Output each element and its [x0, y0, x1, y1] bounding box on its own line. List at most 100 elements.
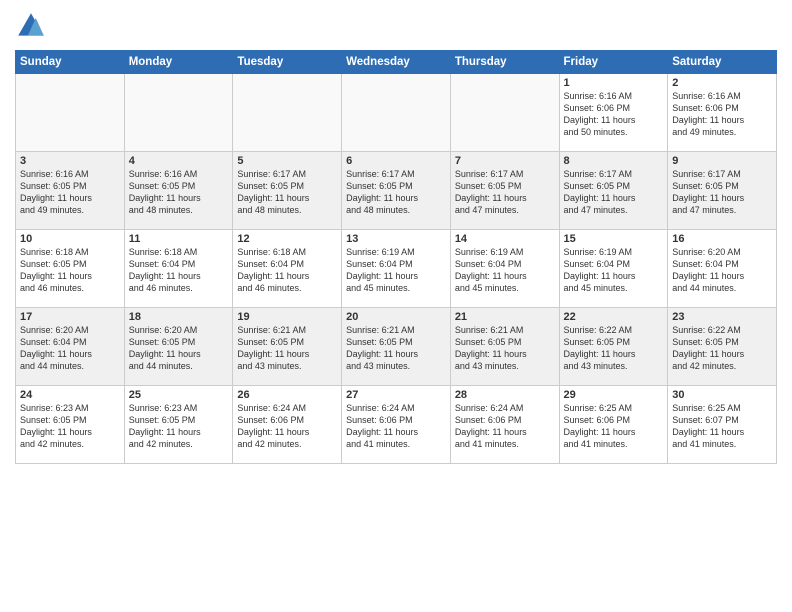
day-number: 20	[346, 311, 446, 323]
calendar-cell	[124, 74, 233, 152]
calendar-cell: 2Sunrise: 6:16 AM Sunset: 6:06 PM Daylig…	[668, 74, 777, 152]
calendar-cell: 10Sunrise: 6:18 AM Sunset: 6:05 PM Dayli…	[16, 230, 125, 308]
day-number: 4	[129, 155, 229, 167]
day-number: 21	[455, 311, 555, 323]
calendar-cell: 3Sunrise: 6:16 AM Sunset: 6:05 PM Daylig…	[16, 152, 125, 230]
calendar-cell: 6Sunrise: 6:17 AM Sunset: 6:05 PM Daylig…	[342, 152, 451, 230]
day-info: Sunrise: 6:17 AM Sunset: 6:05 PM Dayligh…	[672, 168, 772, 217]
col-header-saturday: Saturday	[668, 51, 777, 74]
day-number: 22	[564, 311, 664, 323]
day-number: 14	[455, 233, 555, 245]
day-info: Sunrise: 6:21 AM Sunset: 6:05 PM Dayligh…	[346, 324, 446, 373]
calendar-cell: 15Sunrise: 6:19 AM Sunset: 6:04 PM Dayli…	[559, 230, 668, 308]
day-info: Sunrise: 6:21 AM Sunset: 6:05 PM Dayligh…	[455, 324, 555, 373]
day-number: 11	[129, 233, 229, 245]
calendar-week-3: 10Sunrise: 6:18 AM Sunset: 6:05 PM Dayli…	[16, 230, 777, 308]
day-info: Sunrise: 6:22 AM Sunset: 6:05 PM Dayligh…	[672, 324, 772, 373]
calendar-cell: 20Sunrise: 6:21 AM Sunset: 6:05 PM Dayli…	[342, 308, 451, 386]
calendar-cell: 25Sunrise: 6:23 AM Sunset: 6:05 PM Dayli…	[124, 386, 233, 464]
col-header-tuesday: Tuesday	[233, 51, 342, 74]
calendar-week-2: 3Sunrise: 6:16 AM Sunset: 6:05 PM Daylig…	[16, 152, 777, 230]
day-number: 5	[237, 155, 337, 167]
col-header-wednesday: Wednesday	[342, 51, 451, 74]
day-number: 29	[564, 389, 664, 401]
day-number: 13	[346, 233, 446, 245]
day-number: 18	[129, 311, 229, 323]
day-info: Sunrise: 6:23 AM Sunset: 6:05 PM Dayligh…	[129, 402, 229, 451]
calendar-cell	[16, 74, 125, 152]
day-number: 15	[564, 233, 664, 245]
header	[15, 10, 777, 42]
day-info: Sunrise: 6:20 AM Sunset: 6:05 PM Dayligh…	[129, 324, 229, 373]
day-number: 1	[564, 77, 664, 89]
day-info: Sunrise: 6:16 AM Sunset: 6:05 PM Dayligh…	[20, 168, 120, 217]
calendar-cell: 1Sunrise: 6:16 AM Sunset: 6:06 PM Daylig…	[559, 74, 668, 152]
day-info: Sunrise: 6:16 AM Sunset: 6:06 PM Dayligh…	[672, 90, 772, 139]
logo	[15, 10, 51, 42]
calendar-cell: 5Sunrise: 6:17 AM Sunset: 6:05 PM Daylig…	[233, 152, 342, 230]
col-header-sunday: Sunday	[16, 51, 125, 74]
day-number: 2	[672, 77, 772, 89]
calendar-cell	[342, 74, 451, 152]
col-header-thursday: Thursday	[450, 51, 559, 74]
day-info: Sunrise: 6:17 AM Sunset: 6:05 PM Dayligh…	[346, 168, 446, 217]
day-info: Sunrise: 6:22 AM Sunset: 6:05 PM Dayligh…	[564, 324, 664, 373]
calendar-cell: 17Sunrise: 6:20 AM Sunset: 6:04 PM Dayli…	[16, 308, 125, 386]
day-info: Sunrise: 6:24 AM Sunset: 6:06 PM Dayligh…	[237, 402, 337, 451]
day-info: Sunrise: 6:25 AM Sunset: 6:07 PM Dayligh…	[672, 402, 772, 451]
day-number: 17	[20, 311, 120, 323]
calendar-cell: 18Sunrise: 6:20 AM Sunset: 6:05 PM Dayli…	[124, 308, 233, 386]
day-number: 30	[672, 389, 772, 401]
day-number: 16	[672, 233, 772, 245]
calendar-cell: 27Sunrise: 6:24 AM Sunset: 6:06 PM Dayli…	[342, 386, 451, 464]
day-info: Sunrise: 6:16 AM Sunset: 6:05 PM Dayligh…	[129, 168, 229, 217]
col-header-friday: Friday	[559, 51, 668, 74]
day-info: Sunrise: 6:24 AM Sunset: 6:06 PM Dayligh…	[455, 402, 555, 451]
day-info: Sunrise: 6:18 AM Sunset: 6:04 PM Dayligh…	[129, 246, 229, 295]
calendar-cell: 11Sunrise: 6:18 AM Sunset: 6:04 PM Dayli…	[124, 230, 233, 308]
day-number: 10	[20, 233, 120, 245]
day-info: Sunrise: 6:24 AM Sunset: 6:06 PM Dayligh…	[346, 402, 446, 451]
day-info: Sunrise: 6:20 AM Sunset: 6:04 PM Dayligh…	[20, 324, 120, 373]
calendar-week-4: 17Sunrise: 6:20 AM Sunset: 6:04 PM Dayli…	[16, 308, 777, 386]
day-number: 19	[237, 311, 337, 323]
day-info: Sunrise: 6:18 AM Sunset: 6:04 PM Dayligh…	[237, 246, 337, 295]
day-info: Sunrise: 6:16 AM Sunset: 6:06 PM Dayligh…	[564, 90, 664, 139]
col-header-monday: Monday	[124, 51, 233, 74]
day-info: Sunrise: 6:17 AM Sunset: 6:05 PM Dayligh…	[564, 168, 664, 217]
calendar-cell: 30Sunrise: 6:25 AM Sunset: 6:07 PM Dayli…	[668, 386, 777, 464]
calendar-cell: 29Sunrise: 6:25 AM Sunset: 6:06 PM Dayli…	[559, 386, 668, 464]
day-number: 26	[237, 389, 337, 401]
calendar-cell: 8Sunrise: 6:17 AM Sunset: 6:05 PM Daylig…	[559, 152, 668, 230]
page: SundayMondayTuesdayWednesdayThursdayFrid…	[0, 0, 792, 612]
calendar-cell: 14Sunrise: 6:19 AM Sunset: 6:04 PM Dayli…	[450, 230, 559, 308]
day-number: 7	[455, 155, 555, 167]
day-info: Sunrise: 6:25 AM Sunset: 6:06 PM Dayligh…	[564, 402, 664, 451]
calendar-cell: 19Sunrise: 6:21 AM Sunset: 6:05 PM Dayli…	[233, 308, 342, 386]
calendar-cell: 21Sunrise: 6:21 AM Sunset: 6:05 PM Dayli…	[450, 308, 559, 386]
day-info: Sunrise: 6:20 AM Sunset: 6:04 PM Dayligh…	[672, 246, 772, 295]
calendar-cell: 16Sunrise: 6:20 AM Sunset: 6:04 PM Dayli…	[668, 230, 777, 308]
day-number: 25	[129, 389, 229, 401]
calendar-table: SundayMondayTuesdayWednesdayThursdayFrid…	[15, 50, 777, 464]
calendar-week-1: 1Sunrise: 6:16 AM Sunset: 6:06 PM Daylig…	[16, 74, 777, 152]
calendar-cell: 12Sunrise: 6:18 AM Sunset: 6:04 PM Dayli…	[233, 230, 342, 308]
calendar-cell: 28Sunrise: 6:24 AM Sunset: 6:06 PM Dayli…	[450, 386, 559, 464]
day-number: 23	[672, 311, 772, 323]
day-info: Sunrise: 6:23 AM Sunset: 6:05 PM Dayligh…	[20, 402, 120, 451]
day-number: 3	[20, 155, 120, 167]
calendar-cell: 23Sunrise: 6:22 AM Sunset: 6:05 PM Dayli…	[668, 308, 777, 386]
day-number: 27	[346, 389, 446, 401]
calendar-week-5: 24Sunrise: 6:23 AM Sunset: 6:05 PM Dayli…	[16, 386, 777, 464]
day-number: 9	[672, 155, 772, 167]
day-number: 12	[237, 233, 337, 245]
day-info: Sunrise: 6:19 AM Sunset: 6:04 PM Dayligh…	[455, 246, 555, 295]
calendar-cell: 7Sunrise: 6:17 AM Sunset: 6:05 PM Daylig…	[450, 152, 559, 230]
calendar-cell	[233, 74, 342, 152]
day-info: Sunrise: 6:21 AM Sunset: 6:05 PM Dayligh…	[237, 324, 337, 373]
day-number: 6	[346, 155, 446, 167]
day-number: 24	[20, 389, 120, 401]
calendar-cell	[450, 74, 559, 152]
day-number: 28	[455, 389, 555, 401]
day-info: Sunrise: 6:17 AM Sunset: 6:05 PM Dayligh…	[455, 168, 555, 217]
